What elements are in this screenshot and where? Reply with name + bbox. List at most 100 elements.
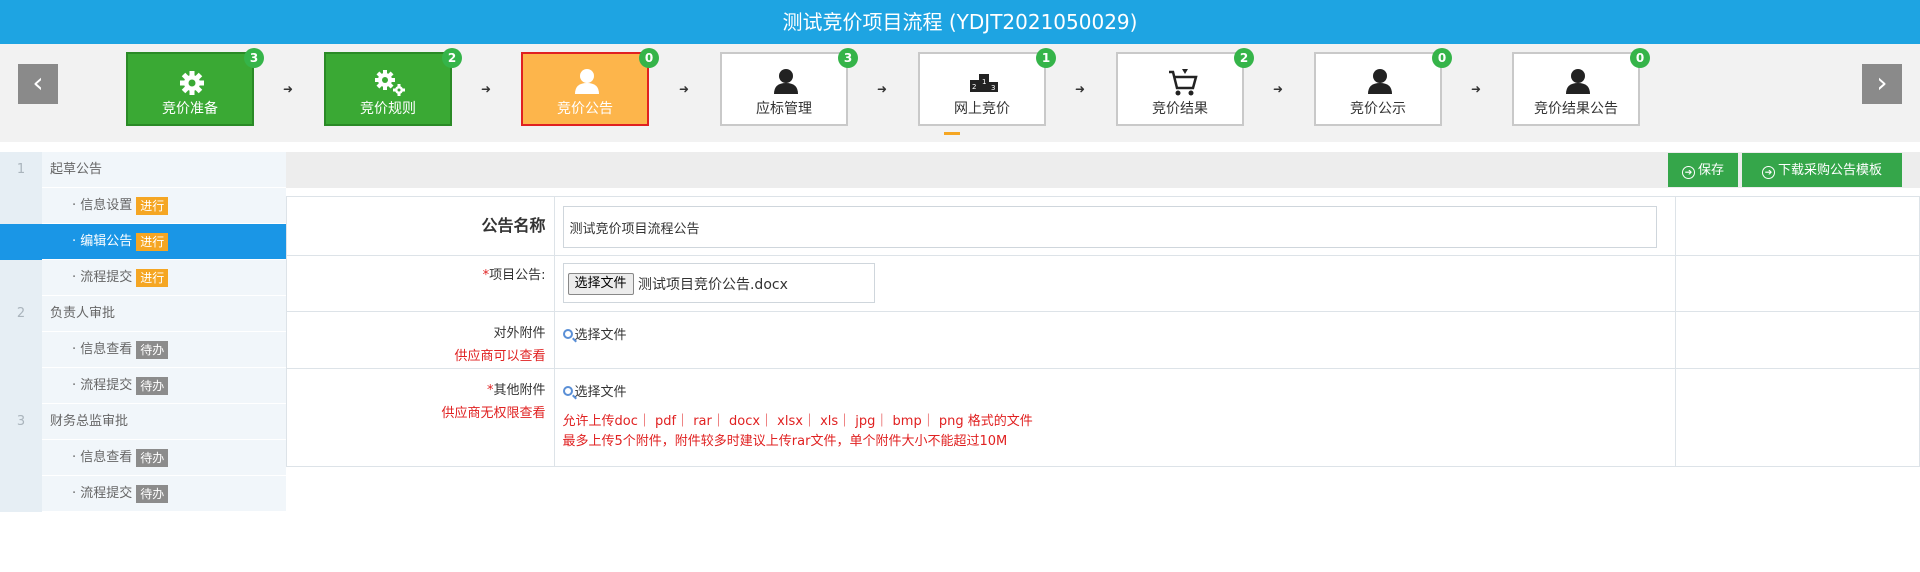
group-label: 财务总监审批 [50,414,129,429]
arrow-right-icon: ➜ [480,82,492,96]
arrow-right-icon: ➜ [1074,82,1086,96]
save-button[interactable]: ➔ 保存 [1668,153,1738,187]
sidebar-item-info-view[interactable]: · 信息查看 待办 [0,440,286,476]
status-badge: 进行 [136,232,169,251]
search-icon [562,329,573,339]
external-attachment-label: 对外附件 [493,326,546,341]
svg-text:1: 1 [982,78,986,86]
arrow-right-icon: ➜ [282,82,294,96]
other-attachment-label: 其他附件 [493,383,546,398]
podium-icon: 213 [970,74,998,92]
status-badge: 待办 [136,340,169,359]
step-count-badge: 2 [442,48,462,68]
sidebar-item-label: · 流程提交 [72,378,133,393]
status-badge: 待办 [136,376,169,395]
step-label: 竞价规则 [360,101,416,117]
scroll-indicator [944,132,960,135]
chevron-left-icon: ‹ [32,66,44,99]
arrow-right-icon: ➜ [1272,82,1284,96]
user-icon [575,69,599,94]
announcement-name-input[interactable] [562,206,1657,248]
other-attachment-pick[interactable]: 选择文件 [562,381,627,400]
arrow-right-icon: ➜ [876,82,888,96]
group-label: 起草公告 [50,162,103,177]
step-label: 竞价公示 [1350,101,1406,117]
step-label: 竞价准备 [162,101,218,117]
step-online-bidding[interactable]: 213 网上竞价 1 [918,48,1056,126]
user-icon [774,69,798,94]
sidebar-group-finance-approval: 3 财务总监审批 [0,404,286,440]
group-number: 2 [0,296,42,332]
svg-text:2: 2 [972,83,976,91]
arrow-right-icon: ➜ [1470,82,1482,96]
status-badge: 进行 [136,196,169,215]
step-count-badge: 2 [1234,48,1254,68]
step-label: 竞价结果公告 [1534,101,1618,117]
step-label: 应标管理 [756,101,812,117]
form-toolbar: ➔ 保存 ➔ 下载采购公告模板 [286,152,1920,188]
sidebar: 1 起草公告 · 信息设置 进行 · 编辑公告 进行 · 流程提交 进行 2 负责人审… [0,152,286,512]
step-bid-rules[interactable]: 竞价规则 2 [324,48,462,126]
group-label: 负责人审批 [50,306,116,321]
sidebar-item-process-submit[interactable]: · 流程提交 待办 [0,368,286,404]
announcement-form: 公告名称 *项目公告: 选择文件 测试项目竞价公告.docx 对外附件 供应商可… [286,196,1920,467]
page-title-bar: 测试竞价项目流程 (YDJT2021050029) [0,0,1920,44]
sidebar-group-draft: 1 起草公告 [0,152,286,188]
sidebar-group-manager-approval: 2 负责人审批 [0,296,286,332]
step-count-badge: 3 [838,48,858,68]
sidebar-item-info-view[interactable]: · 信息查看 待办 [0,332,286,368]
user-icon [1566,69,1590,94]
step-count-badge: 1 [1036,48,1056,68]
step-bid-publicity[interactable]: 竞价公示 0 [1314,48,1452,126]
selected-file-name: 测试项目竞价公告.docx [637,277,788,293]
download-template-button[interactable]: ➔ 下载采购公告模板 [1742,153,1902,187]
status-badge: 进行 [136,268,169,287]
step-label: 网上竞价 [954,101,1010,117]
sidebar-item-label: · 信息查看 [72,450,133,465]
group-number: 1 [0,152,42,188]
sidebar-item-info-settings[interactable]: · 信息设置 进行 [0,188,286,224]
sidebar-item-label: · 信息查看 [72,342,133,357]
external-attachment-pick[interactable]: 选择文件 [562,324,627,343]
step-count-badge: 3 [244,48,264,68]
cart-icon [1169,69,1198,96]
user-icon [1368,69,1392,94]
next-steps-button[interactable]: › [1862,64,1902,104]
step-bid-prep[interactable]: 竞价准备 3 [126,48,264,126]
group-number: 3 [0,404,42,440]
gear-icon [180,71,204,95]
process-step-bar: ‹ 竞价准备 3 ➜ 竞价规则 2 ➜ 竞价公告 0 ➜ 应标管理 3 ➜ 2 … [0,44,1920,142]
step-bid-announcement[interactable]: 竞价公告 0 [521,48,659,126]
step-count-badge: 0 [639,48,659,68]
gears-icon [375,70,405,96]
sidebar-item-label: · 信息设置 [72,198,133,213]
step-bid-response-mgmt[interactable]: 应标管理 3 [720,48,858,126]
sidebar-item-edit-announcement[interactable]: · 编辑公告 进行 [0,224,286,260]
other-attachment-note: 供应商无权限查看 [441,406,546,421]
search-icon [562,386,573,396]
announcement-file-field: 选择文件 测试项目竞价公告.docx [562,263,875,303]
sidebar-item-label: · 流程提交 [72,270,133,285]
sidebar-item-label: · 编辑公告 [72,234,133,249]
svg-text:3: 3 [991,84,995,92]
sidebar-item-label: · 流程提交 [72,486,133,501]
choose-file-button[interactable]: 选择文件 [567,273,634,295]
announcement-label: 项目公告: [489,268,546,283]
sidebar-item-process-submit[interactable]: · 流程提交 进行 [0,260,286,296]
prev-steps-button[interactable]: ‹ [18,64,58,104]
upload-format-hint: 允许上传doc｜ pdf｜ rar｜ docx｜ xlsx｜ xls｜ jpg｜… [562,414,1033,429]
name-label: 公告名称 [481,216,546,235]
step-label: 竞价结果 [1152,101,1208,117]
external-attachment-note: 供应商可以查看 [454,349,546,364]
step-bid-result-announcement[interactable]: 竞价结果公告 0 [1512,48,1650,126]
arrow-circle-icon: ➔ [1681,166,1695,179]
step-label: 竞价公告 [557,101,613,117]
step-count-badge: 0 [1432,48,1452,68]
status-badge: 待办 [136,484,169,503]
arrow-right-icon: ➜ [678,82,690,96]
upload-limit-hint: 最多上传5个附件，附件较多时建议上传rar文件，单个附件大小不能超过10M [562,434,1008,449]
step-bid-result[interactable]: 竞价结果 2 [1116,48,1254,126]
sidebar-item-process-submit[interactable]: · 流程提交 待办 [0,476,286,512]
chevron-right-icon: › [1876,66,1888,99]
status-badge: 待办 [136,448,169,467]
